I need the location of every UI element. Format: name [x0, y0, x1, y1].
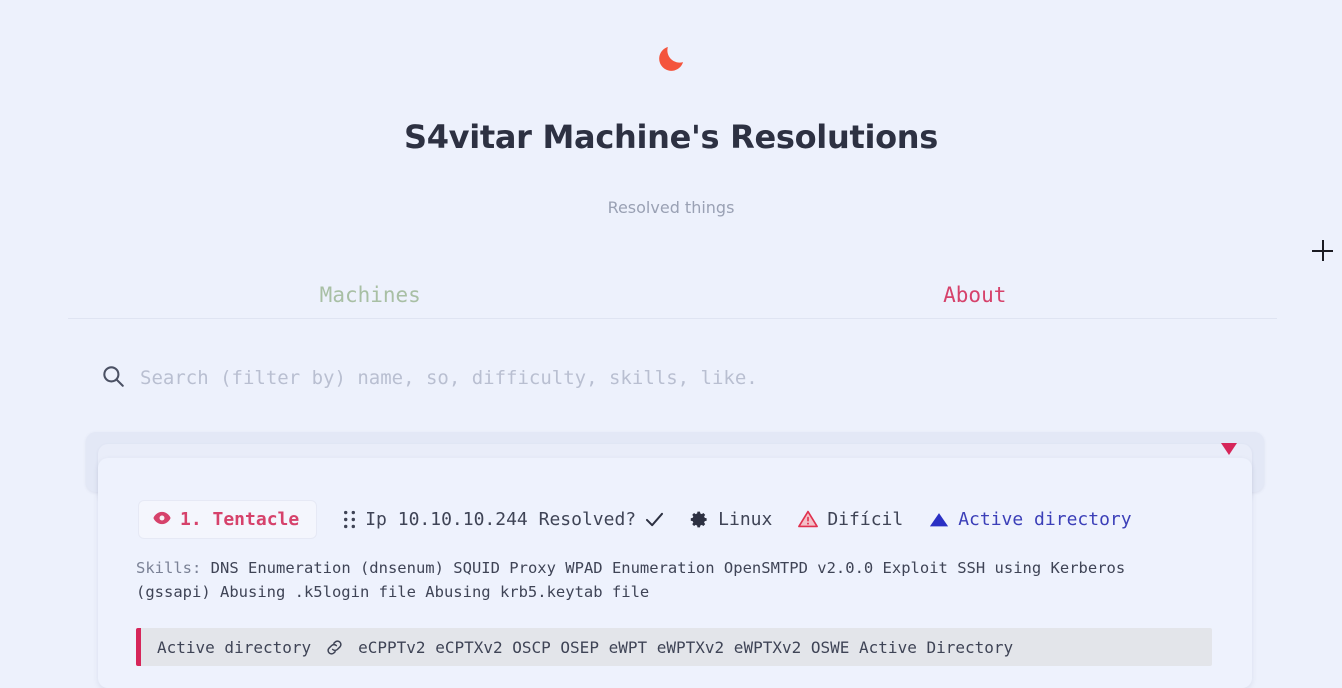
- machine-os: Linux: [690, 509, 772, 530]
- tabs-divider: [68, 318, 1277, 319]
- caret-down-icon[interactable]: [1218, 440, 1240, 458]
- site-logo: [0, 36, 1342, 82]
- certification-bar: Active directory eCPPTv2 eCPTXv2 OSCP OS…: [136, 628, 1212, 666]
- machine-ip-text: Ip 10.10.10.244 Resolved?: [365, 508, 637, 530]
- crosshair-cursor: [1312, 240, 1333, 261]
- cert-list: eCPPTv2 eCPTXv2 OSCP OSEP eWPT eWPTXv2 e…: [358, 637, 1014, 657]
- search-bar: [100, 354, 1250, 402]
- machine-os-text: Linux: [718, 508, 773, 530]
- tab-machines[interactable]: Machines: [68, 278, 673, 318]
- machine-name-badge[interactable]: 1. Tentacle: [138, 499, 318, 539]
- cert-category-label: Active directory: [157, 637, 312, 657]
- main-tabs: Machines About: [68, 278, 1277, 318]
- machine-meta-row: 1. Tentacle Ip 10.10.10.244 Resolved? Li…: [138, 499, 1232, 539]
- search-icon[interactable]: [100, 363, 126, 393]
- machine-card[interactable]: 1. Tentacle Ip 10.10.10.244 Resolved? Li…: [98, 458, 1252, 688]
- page-root: S4vitar Machine's Resolutions Resolved t…: [0, 0, 1342, 688]
- link-icon[interactable]: [325, 638, 344, 657]
- machine-ip-status: Ip 10.10.10.244 Resolved?: [343, 509, 664, 530]
- machine-skills: Skills: DNS Enumeration (dnsenum) SQUID …: [136, 556, 1176, 604]
- grid-dots-icon[interactable]: [343, 510, 356, 529]
- eye-icon: [153, 510, 171, 529]
- search-input[interactable]: [140, 367, 1250, 389]
- tab-about[interactable]: About: [673, 278, 1278, 318]
- skills-label: Skills:: [136, 559, 202, 577]
- machine-category-text: Active directory: [958, 508, 1132, 530]
- moon-icon: [654, 42, 688, 76]
- gear-icon: [690, 510, 709, 529]
- triangle-up-icon: [929, 511, 949, 528]
- page-subtitle: Resolved things: [607, 198, 735, 217]
- check-icon: [645, 511, 664, 528]
- page-title: S4vitar Machine's Resolutions: [403, 118, 939, 156]
- machine-category: Active directory: [929, 508, 1132, 530]
- machine-difficulty-text: Difícil: [827, 508, 904, 530]
- machine-name-label: 1. Tentacle: [180, 508, 300, 530]
- skills-text: DNS Enumeration (dnsenum) SQUID Proxy WP…: [136, 559, 1126, 601]
- warning-triangle-icon: [798, 510, 819, 528]
- machine-difficulty: Difícil: [798, 509, 903, 530]
